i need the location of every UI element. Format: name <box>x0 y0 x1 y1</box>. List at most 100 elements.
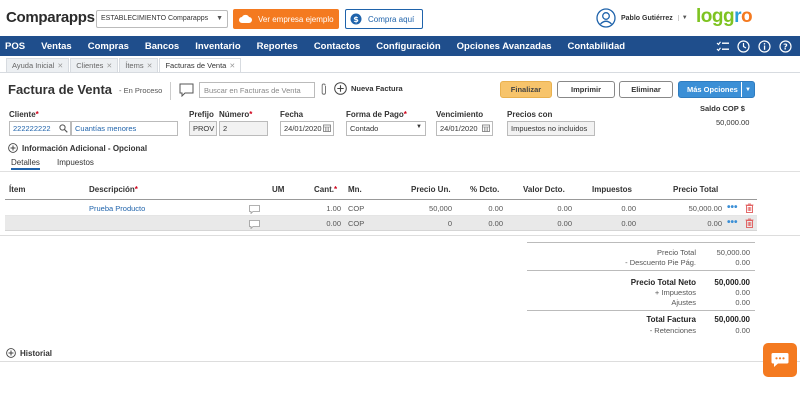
col-um: UM <box>272 185 285 194</box>
more-icon[interactable]: ••• <box>727 202 738 213</box>
cell-cant[interactable]: 0.00 <box>323 219 341 228</box>
table-row[interactable]: 0.00 COP 0 0.00 0.00 0.00 0.00 ••• <box>5 216 757 231</box>
cloud-icon <box>239 14 252 23</box>
retenciones-label: - Retenciones <box>649 326 696 335</box>
col-pct-dcto: % Dcto. <box>470 185 500 194</box>
title-divider <box>170 82 171 100</box>
nav-item-contactos[interactable]: Contactos <box>306 41 368 52</box>
chat-button[interactable] <box>763 343 797 377</box>
nav-item-ventas[interactable]: Ventas <box>33 41 80 52</box>
delete-button[interactable]: Eliminar <box>619 81 673 98</box>
chevron-down-icon[interactable]: ▼ <box>741 82 754 97</box>
tab-label: Ítems <box>125 61 144 70</box>
new-invoice-button[interactable]: Nueva Factura <box>334 82 403 95</box>
prefijo-field: PROV <box>189 121 217 136</box>
info-icon[interactable] <box>757 39 771 53</box>
cliente-id-field[interactable]: 222222222 <box>9 121 71 136</box>
comment-icon[interactable] <box>179 83 194 99</box>
precio-total-label: Precio Total <box>656 248 696 257</box>
cell-impuestos[interactable]: 0.00 <box>616 219 636 228</box>
new-invoice-label: Nueva Factura <box>351 84 403 93</box>
numero-field: 2 <box>219 121 268 136</box>
cell-precio-total: 50,000.00 <box>688 204 722 213</box>
cliente-name-field[interactable]: Cuantías menores <box>71 121 178 136</box>
calendar-icon[interactable] <box>482 124 490 132</box>
svg-text:?: ? <box>783 42 788 51</box>
table-row[interactable]: Prueba Producto 1.00 COP 50,000 0.00 0.0… <box>5 201 757 216</box>
cell-precio-un[interactable]: 50,000 <box>420 204 452 213</box>
cell-pct-dcto[interactable]: 0.00 <box>483 219 503 228</box>
nav-item-reportes[interactable]: Reportes <box>249 41 306 52</box>
col-precio-un: Precio Un. <box>411 185 451 194</box>
close-icon[interactable]: ✕ <box>229 62 235 70</box>
descuento-label: - Descuento Pie Pág. <box>625 258 696 267</box>
calendar-icon[interactable] <box>323 124 331 132</box>
tab-clientes[interactable]: Clientes ✕ <box>70 58 119 72</box>
help-icon[interactable]: ? <box>778 39 792 53</box>
cliente-id-value: 222222222 <box>13 124 51 133</box>
nav-item-compras[interactable]: Compras <box>80 41 137 52</box>
additional-info-label: Información Adicional - Opcional <box>22 143 148 153</box>
buy-here-button[interactable]: $ Compra aquí <box>345 9 423 29</box>
svg-text:$: $ <box>353 15 359 24</box>
more-icon[interactable]: ••• <box>727 217 738 228</box>
more-options-button[interactable]: Más Opciones ▼ <box>678 81 755 98</box>
cell-descripcion[interactable]: Prueba Producto <box>89 204 145 213</box>
cell-valor-dcto[interactable]: 0.00 <box>552 219 572 228</box>
nav-item-pos[interactable]: POS <box>0 41 33 52</box>
print-button[interactable]: Imprimir <box>557 81 615 98</box>
tab-items[interactable]: Ítems ✕ <box>119 58 159 72</box>
fecha-field[interactable]: 24/01/2020 <box>280 121 334 136</box>
nav-item-opciones-avanzadas[interactable]: Opciones Avanzadas <box>449 41 560 52</box>
tab-facturas-de-venta[interactable]: Facturas de Venta ✕ <box>159 58 242 72</box>
nav-item-configuracion[interactable]: Configuración <box>368 41 448 52</box>
additional-info-toggle[interactable]: Información Adicional - Opcional <box>8 143 147 153</box>
close-icon[interactable]: ✕ <box>57 62 63 70</box>
nav-item-contabilidad[interactable]: Contabilidad <box>560 41 634 52</box>
example-company-button[interactable]: Ver empresa ejemplo <box>233 9 339 29</box>
clock-icon[interactable] <box>736 39 750 53</box>
historial-divider <box>0 361 800 362</box>
vencimiento-field[interactable]: 24/01/2020 <box>436 121 493 136</box>
user-menu[interactable]: Pablo Gutiérrez ▼ <box>596 8 688 28</box>
cell-precio-un[interactable]: 0 <box>420 219 452 228</box>
subtab-detalles[interactable]: Detalles <box>11 158 40 170</box>
top-header: Comparapps ESTABLECIMIENTO Comparapps ▼ … <box>0 0 800 36</box>
close-icon[interactable]: ✕ <box>106 62 112 70</box>
total-factura-value: 50,000.00 <box>714 315 750 324</box>
cell-mn[interactable]: COP <box>348 204 364 213</box>
paperclip-icon[interactable] <box>320 83 328 99</box>
search-icon[interactable] <box>59 124 68 133</box>
more-options-label: Más Opciones <box>687 85 738 94</box>
search-invoices-input[interactable]: Buscar en Facturas de Venta <box>199 82 315 98</box>
comment-icon[interactable] <box>249 220 260 229</box>
nav-item-bancos[interactable]: Bancos <box>137 41 187 52</box>
ajustes-label: Ajustes <box>671 298 696 307</box>
cell-impuestos[interactable]: 0.00 <box>616 204 636 213</box>
close-icon[interactable]: ✕ <box>147 62 153 70</box>
forma-pago-select[interactable]: Contado ▼ <box>346 121 426 136</box>
col-item: Ítem <box>9 185 26 194</box>
finalize-button[interactable]: Finalizar <box>500 81 552 98</box>
trash-icon[interactable] <box>745 203 754 213</box>
historial-label: Historial <box>20 348 53 358</box>
cell-cant[interactable]: 1.00 <box>323 204 341 213</box>
trash-icon[interactable] <box>745 218 754 228</box>
historial-toggle[interactable]: Historial <box>6 348 52 358</box>
app-logo[interactable]: Comparapps <box>6 9 95 26</box>
nav-item-inventario[interactable]: Inventario <box>187 41 248 52</box>
totals-divider <box>527 242 755 243</box>
comment-icon[interactable] <box>249 205 260 214</box>
forma-pago-label: Forma de Pago* <box>346 110 407 119</box>
status-label: - En Proceso <box>119 86 163 95</box>
balance-value: 50,000.00 <box>716 118 750 127</box>
col-mn: Mn. <box>348 185 362 194</box>
subtab-impuestos[interactable]: Impuestos <box>57 158 94 167</box>
tab-ayuda-inicial[interactable]: Ayuda Inicial ✕ <box>6 58 70 72</box>
establishment-select[interactable]: ESTABLECIMIENTO Comparapps ▼ <box>96 10 228 28</box>
list-check-icon[interactable] <box>715 39 729 53</box>
cell-pct-dcto[interactable]: 0.00 <box>483 204 503 213</box>
cell-mn[interactable]: COP <box>348 219 364 228</box>
retenciones-value: 0.00 <box>735 326 750 335</box>
cell-valor-dcto[interactable]: 0.00 <box>552 204 572 213</box>
